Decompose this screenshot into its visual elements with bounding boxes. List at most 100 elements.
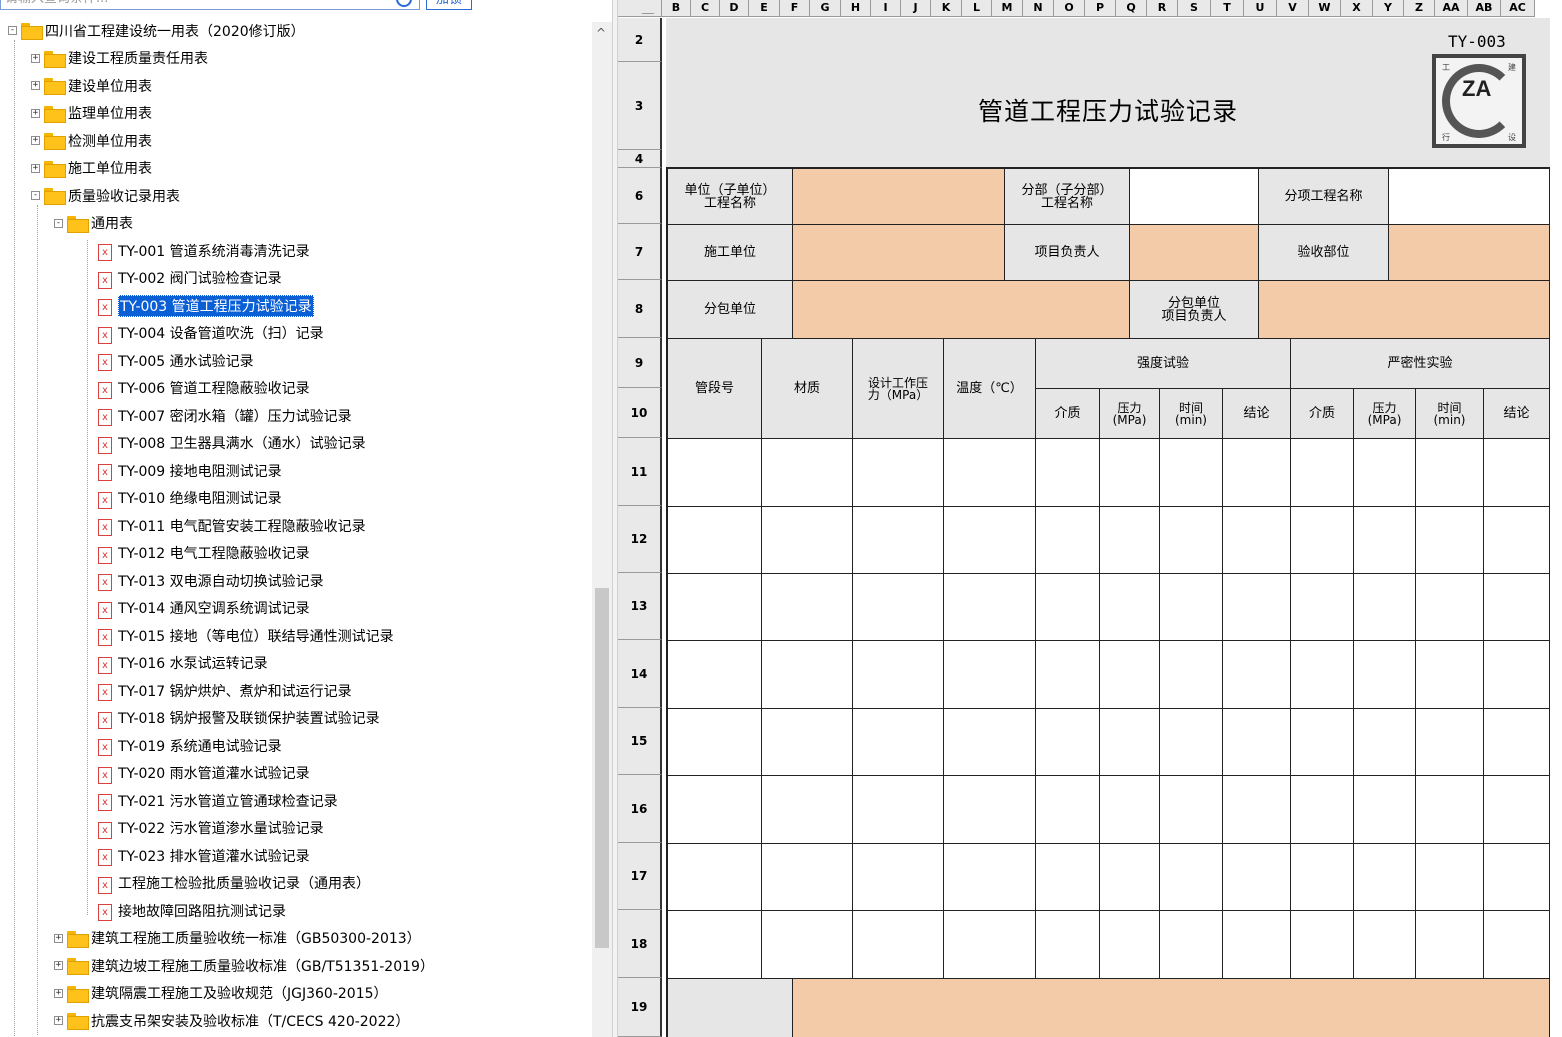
column-header[interactable]: H xyxy=(841,0,871,17)
data-cell[interactable] xyxy=(1484,709,1550,776)
tree-item-document[interactable]: x TY-004 设备管道吹洗（扫）记录 xyxy=(98,320,324,347)
data-cell[interactable] xyxy=(1416,641,1484,709)
column-header[interactable]: L xyxy=(962,0,992,17)
chevron-down-icon[interactable]: ⌄ xyxy=(580,0,590,2)
data-cell[interactable] xyxy=(1160,911,1223,979)
data-cell[interactable] xyxy=(853,709,944,776)
data-cell[interactable] xyxy=(1036,641,1100,709)
data-cell[interactable] xyxy=(668,641,762,709)
row-header[interactable]: 6 xyxy=(618,168,662,224)
data-cell[interactable] xyxy=(1354,844,1416,911)
data-cell[interactable] xyxy=(1416,709,1484,776)
data-cell[interactable] xyxy=(668,507,762,574)
data-cell[interactable] xyxy=(1416,911,1484,979)
data-cell[interactable] xyxy=(853,507,944,574)
tree-item-document[interactable]: x TY-020 雨水管道灌水试验记录 xyxy=(98,760,310,787)
data-cell[interactable] xyxy=(762,574,853,641)
scroll-thumb[interactable] xyxy=(595,588,609,948)
column-header[interactable]: B xyxy=(662,0,691,17)
tree-item-document[interactable]: x TY-023 排水管道灌水试验记录 xyxy=(98,842,310,869)
data-cell[interactable] xyxy=(944,574,1036,641)
row-header[interactable]: 3 xyxy=(618,62,662,150)
column-header[interactable]: K xyxy=(931,0,962,17)
row-header[interactable]: 16 xyxy=(618,775,662,843)
column-header[interactable]: AC xyxy=(1501,0,1535,17)
data-cell[interactable] xyxy=(762,439,853,507)
expand-icon[interactable]: + xyxy=(31,81,40,90)
tree-item-document[interactable]: x TY-016 水泵试运转记录 xyxy=(98,650,268,677)
tree-item-category[interactable]: + 建设单位用表 xyxy=(31,72,152,99)
data-cell[interactable] xyxy=(762,507,853,574)
data-cell[interactable] xyxy=(944,911,1036,979)
expand-icon[interactable]: + xyxy=(31,108,40,118)
column-header[interactable]: F xyxy=(780,0,810,17)
column-header[interactable]: J xyxy=(901,0,931,17)
data-cell[interactable] xyxy=(853,439,944,507)
row-header[interactable]: 12 xyxy=(618,506,662,573)
data-cell[interactable] xyxy=(1036,844,1100,911)
tree-item-standard[interactable]: + 建筑隔震工程施工及验收规范（JGJ360-2015） xyxy=(54,980,388,1007)
row-header[interactable]: 2 xyxy=(618,18,662,62)
data-cell[interactable] xyxy=(1160,776,1223,844)
column-header[interactable]: I xyxy=(871,0,901,17)
data-cell[interactable] xyxy=(944,776,1036,844)
column-header[interactable]: Z xyxy=(1404,0,1435,17)
data-cell[interactable] xyxy=(1354,776,1416,844)
tree-item-document[interactable]: x 接地故障回路阻抗测试记录 xyxy=(98,897,286,924)
form-title-area[interactable]: TY-003 管道工程压力试验记录 ZA 工 建 行 设 xyxy=(666,18,1550,168)
column-header[interactable]: Q xyxy=(1116,0,1147,17)
input-sub-name[interactable] xyxy=(1130,169,1259,225)
data-cell[interactable] xyxy=(1484,574,1550,641)
data-cell[interactable] xyxy=(944,844,1036,911)
data-cell[interactable] xyxy=(944,709,1036,776)
data-cell[interactable] xyxy=(668,709,762,776)
tree-item-document[interactable]: x TY-011 电气配管安装工程隐蔽验收记录 xyxy=(98,512,366,539)
input-item-name[interactable] xyxy=(1389,169,1550,225)
data-cell[interactable] xyxy=(853,776,944,844)
row-header[interactable]: 15 xyxy=(618,708,662,775)
tree-item-document[interactable]: x TY-022 污水管道渗水量试验记录 xyxy=(98,815,324,842)
row-header[interactable]: 8 xyxy=(618,280,662,338)
data-cell[interactable] xyxy=(1484,507,1550,574)
expand-icon[interactable]: + xyxy=(54,1016,63,1025)
data-cell[interactable] xyxy=(853,641,944,709)
data-cell[interactable] xyxy=(1100,574,1160,641)
tree-item-document[interactable]: x TY-018 锅炉报警及联锁保护装置试验记录 xyxy=(98,705,380,732)
data-cell[interactable] xyxy=(1484,776,1550,844)
tree-item-document[interactable]: x TY-002 阀门试验检查记录 xyxy=(98,265,282,292)
expand-icon[interactable]: + xyxy=(31,53,40,63)
tree-item-category[interactable]: + 监理单位用表 xyxy=(31,100,152,127)
data-cell[interactable] xyxy=(1354,641,1416,709)
input-subcontractor[interactable] xyxy=(793,281,1130,339)
input-project-leader[interactable] xyxy=(1130,225,1259,281)
row-header[interactable]: 9 xyxy=(618,338,662,388)
tree-item-document[interactable]: x TY-015 接地（等电位）联结导通性测试记录 xyxy=(98,622,394,649)
arrow-up-icon-2[interactable]: ↑ xyxy=(550,0,560,2)
column-header[interactable]: G xyxy=(810,0,841,17)
column-header[interactable]: T xyxy=(1211,0,1244,17)
data-cell[interactable] xyxy=(1036,507,1100,574)
data-cell[interactable] xyxy=(1416,439,1484,507)
data-cell[interactable] xyxy=(1100,911,1160,979)
tree-item-document[interactable]: x TY-010 绝缘电阻测试记录 xyxy=(98,485,282,512)
data-cell[interactable] xyxy=(1223,709,1291,776)
tree-item-document[interactable]: x TY-012 电气工程隐蔽验收记录 xyxy=(98,540,310,567)
data-cell[interactable] xyxy=(1100,641,1160,709)
data-cell[interactable] xyxy=(1160,709,1223,776)
data-cell[interactable] xyxy=(1291,709,1354,776)
data-cell[interactable] xyxy=(668,844,762,911)
data-cell[interactable] xyxy=(1291,507,1354,574)
column-header[interactable]: V xyxy=(1277,0,1309,17)
data-cell[interactable] xyxy=(762,776,853,844)
data-cell[interactable] xyxy=(762,844,853,911)
data-cell[interactable] xyxy=(668,911,762,979)
column-header[interactable]: E xyxy=(749,0,780,17)
data-cell[interactable] xyxy=(1354,709,1416,776)
data-cell[interactable] xyxy=(1223,776,1291,844)
data-cell[interactable] xyxy=(1160,507,1223,574)
tree-item-standard[interactable]: + 建筑工程施工质量验收统一标准（GB50300-2013） xyxy=(54,925,421,952)
data-cell[interactable] xyxy=(1484,439,1550,507)
column-header[interactable]: X xyxy=(1341,0,1373,17)
data-cell[interactable] xyxy=(1416,776,1484,844)
row-header[interactable]: 17 xyxy=(618,843,662,910)
